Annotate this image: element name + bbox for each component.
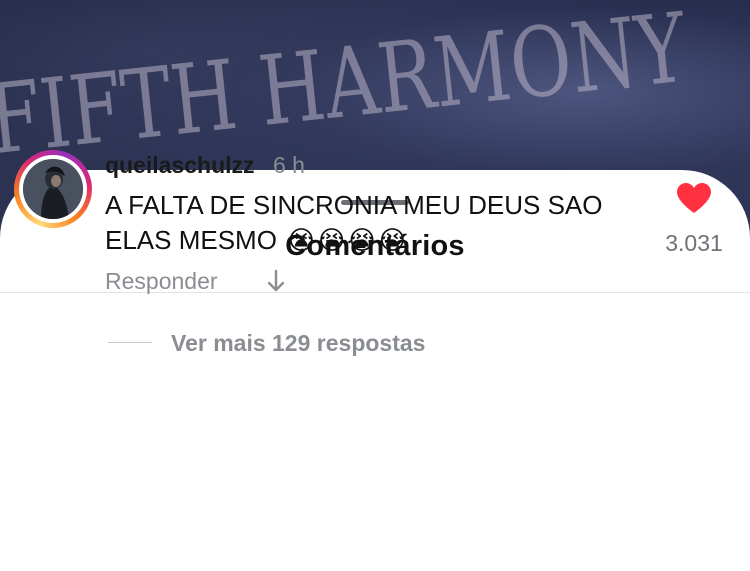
comment-emojis: 😭😭😭😭 (286, 226, 408, 256)
avatar-story-ring[interactable] (14, 150, 92, 228)
like-count: 3.031 (665, 230, 723, 256)
video-overlay-text: FIFTH HARMONY (0, 0, 693, 176)
reply-button[interactable]: Responder (105, 268, 218, 295)
comment-timestamp: 6 h (273, 152, 305, 178)
comment-username[interactable]: queilaschulzz (105, 152, 255, 179)
like-button[interactable] (676, 182, 712, 214)
avatar[interactable] (23, 159, 83, 219)
replies-divider (108, 342, 152, 343)
heart-icon (677, 183, 711, 213)
arrow-down-icon[interactable] (264, 268, 288, 294)
comments-screen: FIFTH HARMONY Comentários queilaschulzz … (0, 0, 750, 571)
view-more-replies-button[interactable]: Ver mais 129 respostas (171, 330, 425, 357)
avatar-photo (23, 159, 83, 219)
comment-body: A FALTA DE SINCRONIA MEU DEUS SAO ELAS M… (105, 188, 645, 259)
